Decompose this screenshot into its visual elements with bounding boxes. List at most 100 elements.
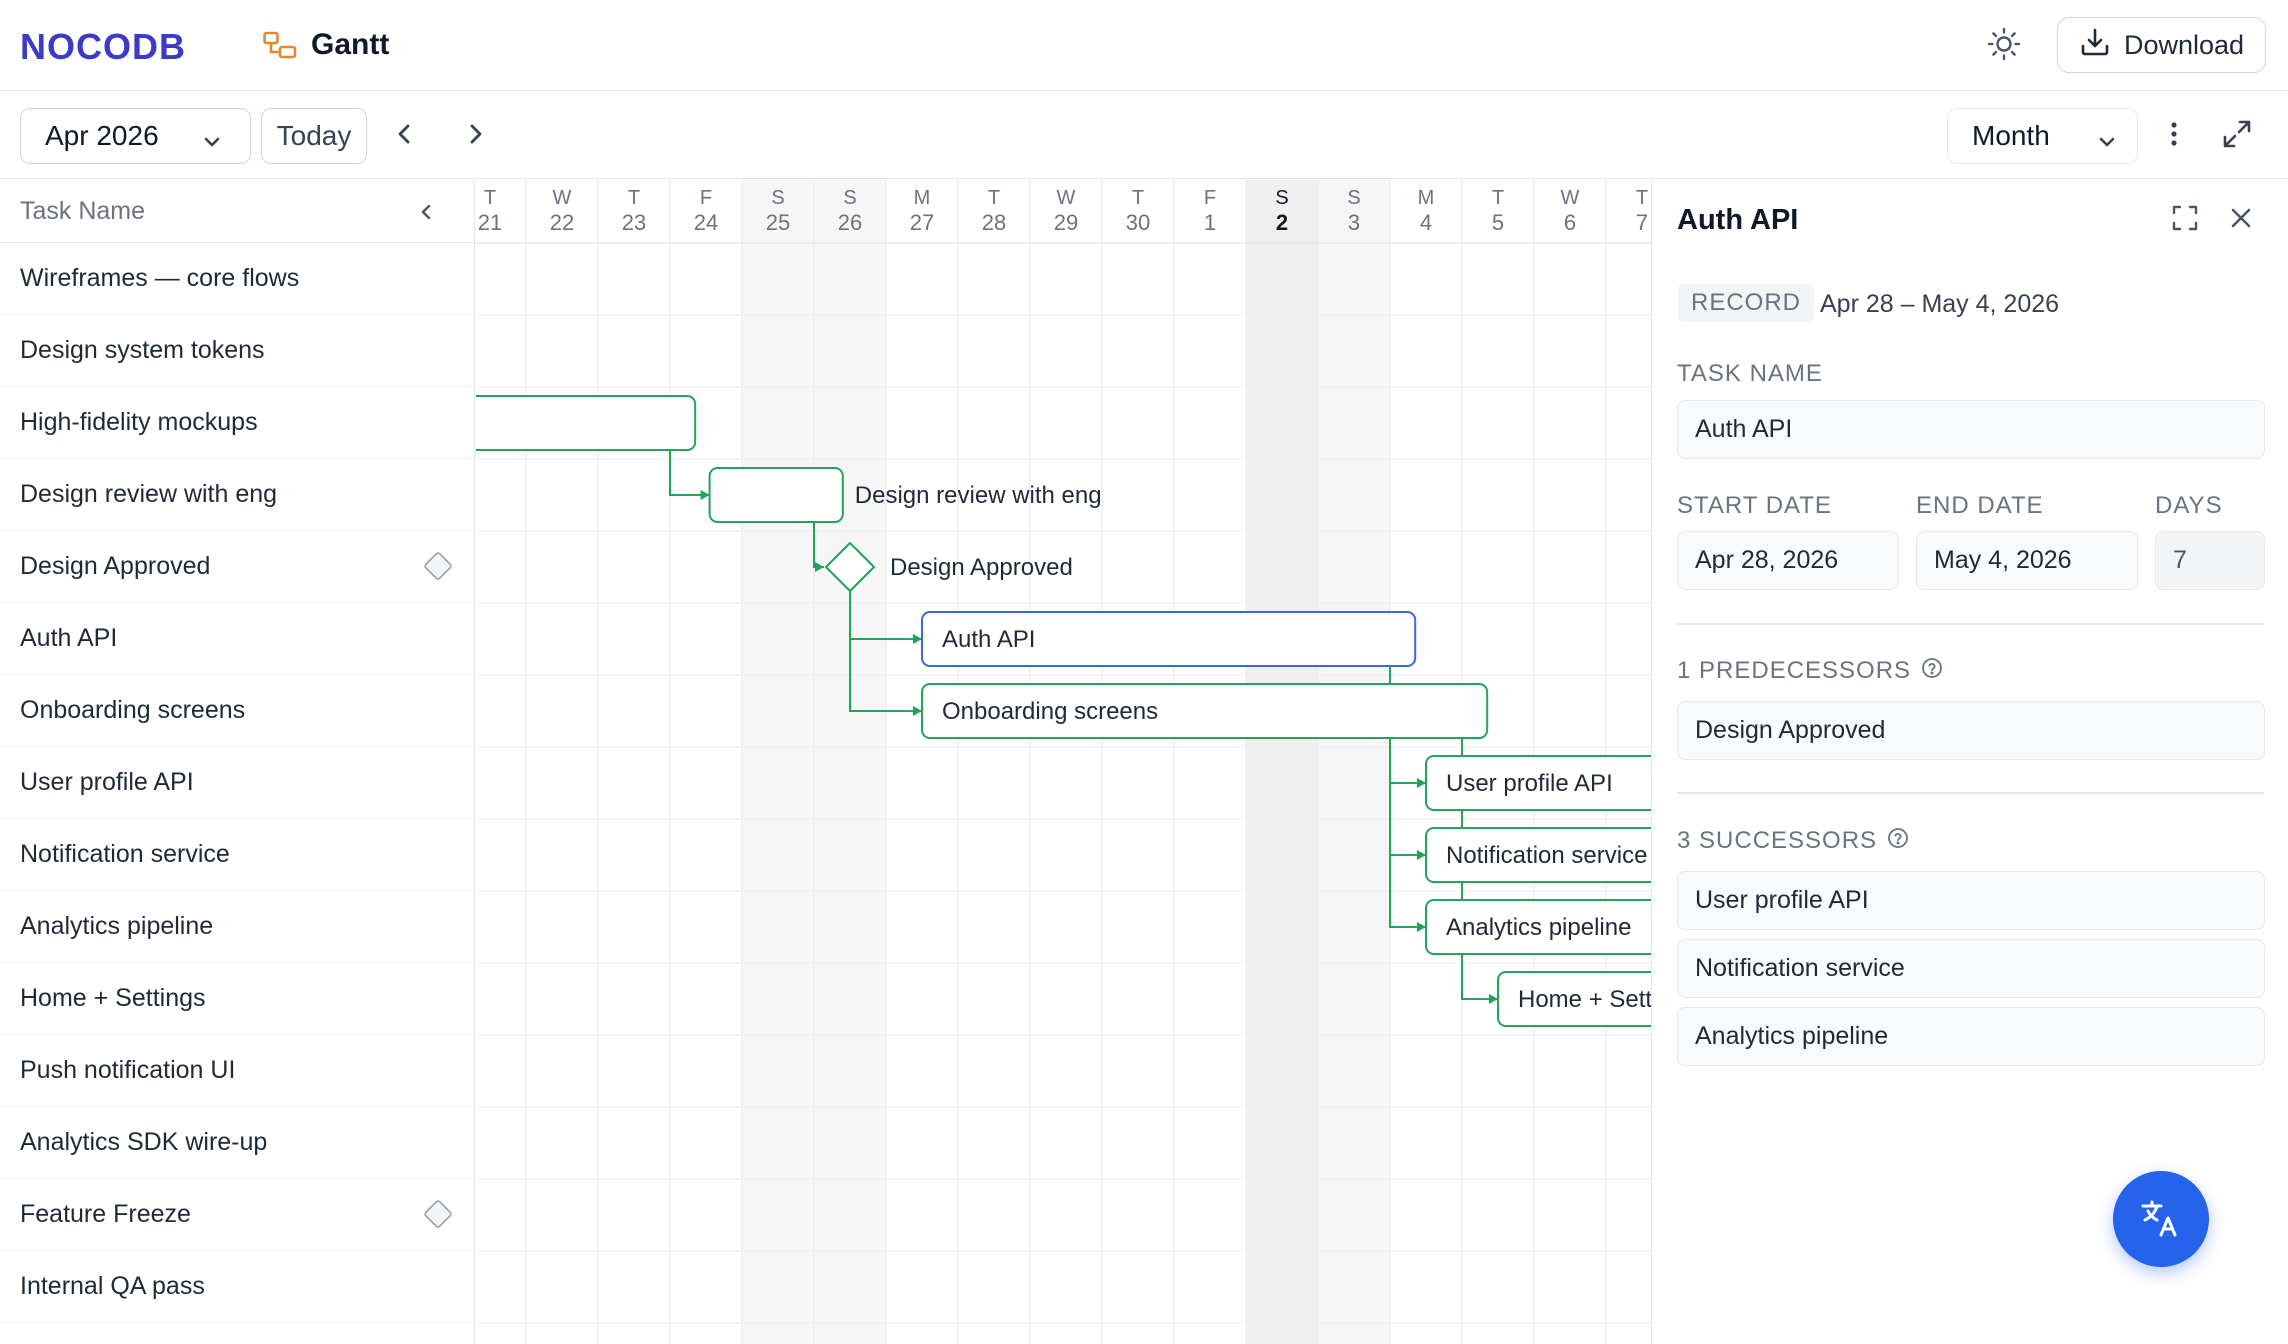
task-row[interactable]: Auth API [0,603,474,675]
successor-item[interactable]: Analytics pipeline [1677,1007,2265,1066]
more-vertical-icon [2170,121,2178,152]
task-name: Home + Settings [20,984,206,1012]
day-number-label: 2 [1276,210,1288,235]
task-row[interactable]: Analytics pipeline [0,891,474,963]
task-row[interactable]: Notification service [0,819,474,891]
day-of-week-label: T [484,187,496,209]
next-period-button[interactable] [455,114,495,158]
record-badge: RECORD [1678,284,1815,322]
chevron-down-icon [2097,127,2117,159]
task-name-field[interactable]: Auth API [1677,400,2265,459]
start-date-field[interactable]: Apr 28, 2026 [1677,531,1899,590]
help-circle-icon [1887,827,1909,856]
gantt-toolbar: Apr 2026 Today Month [0,92,2288,179]
day-of-week-label: M [914,187,931,209]
task-name: Design system tokens [20,336,265,364]
task-row[interactable]: User profile API [0,747,474,819]
collapse-task-list-button[interactable] [414,198,438,226]
task-rows: Wireframes — core flows Design system tok… [0,243,474,1323]
task-bar-label: Analytics pipeline [1446,914,1631,941]
day-of-week-label: T [1492,187,1504,209]
day-of-week-label: T [628,187,640,209]
task-row[interactable]: Push notification UI [0,1035,474,1107]
day-number-label: 23 [622,210,646,235]
task-name: Analytics pipeline [20,912,214,940]
translate-button[interactable] [2113,1171,2209,1267]
task-name: Notification service [20,840,230,868]
more-options-button[interactable] [2156,114,2192,158]
theme-toggle-button[interactable] [1984,26,2024,66]
task-name: Push notification UI [20,1056,236,1084]
day-of-week-label: W [1057,187,1076,209]
task-row[interactable]: Home + Settings [0,963,474,1035]
today-button[interactable]: Today [261,108,367,164]
days-label: DAYS [2155,492,2223,519]
panel-close-button[interactable] [2226,203,2256,238]
day-number-label: 1 [1204,210,1216,235]
end-date-field[interactable]: May 4, 2026 [1916,531,2138,590]
task-bar-label: Notification service [1446,842,1647,869]
day-number-label: 7 [1636,210,1648,235]
day-number-label: 3 [1348,210,1360,235]
task-row[interactable]: Design system tokens [0,315,474,387]
task-name: High-fidelity mockups [20,408,258,436]
successor-item[interactable]: User profile API [1677,871,2265,930]
predecessors-label: 1 PREDECESSORS [1677,657,1912,684]
day-number-label: 21 [478,210,502,235]
maximize-icon [2172,205,2198,231]
day-number-label: 6 [1564,210,1576,235]
task-bar-label: Home + Settings [1518,986,1651,1013]
task-bar-label: Auth API [942,626,1035,653]
task-list-header: Task Name [0,180,474,243]
task-row[interactable]: Design Approved [0,531,474,603]
chevron-left-icon [421,204,431,220]
predecessor-item[interactable]: Design Approved [1677,701,2265,760]
close-icon [2231,208,2251,228]
fullscreen-button[interactable] [2217,114,2257,158]
divider [1677,623,2264,625]
dependency-arrow [1489,994,1498,1004]
milestone-diamond-icon [422,1198,454,1230]
gantt-chart: T21W22T23F24S25S26M27T28W29T30F1S2S3M4T5… [476,180,1651,1344]
download-label: Download [2124,29,2245,60]
task-row[interactable]: Feature Freeze [0,1179,474,1251]
task-row[interactable]: Internal QA pass [0,1251,474,1323]
task-row[interactable]: Analytics SDK wire-up [0,1107,474,1179]
month-select-label: Apr 2026 [45,120,159,151]
dependency-arrow [913,706,922,716]
month-select[interactable]: Apr 2026 [20,108,251,164]
expand-icon [2222,119,2252,154]
time-scale-select[interactable]: Month [1947,108,2138,164]
dependency-line [669,450,710,496]
previous-period-button[interactable] [385,114,425,158]
start-date-label: START DATE [1677,492,1832,519]
record-date-range: Apr 28 – May 4, 2026 [1820,290,2060,318]
task-name: Design review with eng [20,480,278,508]
chevron-left-icon [395,122,415,151]
app-header: NOCODB Gantt Download [0,0,2288,91]
day-of-week-label: W [553,187,572,209]
dependency-arrow [1417,778,1426,788]
day-of-week-label: T [1132,187,1144,209]
milestone-diamond-icon [422,550,454,582]
day-number-label: 22 [550,210,574,235]
day-of-week-label: S [771,187,784,209]
day-of-week-label: F [700,187,712,209]
task-row[interactable]: Onboarding screens [0,675,474,747]
task-row[interactable]: Wireframes — core flows [0,243,474,315]
successor-item[interactable]: Notification service [1677,939,2265,998]
task-row[interactable]: Design review with eng [0,459,474,531]
weekend-column [742,180,814,1344]
chevron-right-icon [465,122,485,151]
weekend-column [1246,180,1318,1344]
task-bar-label: User profile API [1446,770,1613,797]
translate-icon [2141,1200,2177,1237]
day-number-label: 30 [1126,210,1150,235]
task-row[interactable]: High-fidelity mockups [0,387,474,459]
panel-expand-button[interactable] [2170,203,2200,238]
record-detail-panel: Auth API RECORD Apr 28 – May 4, 2026 TAS… [1651,180,2288,1344]
day-of-week-label: T [988,187,1000,209]
download-button[interactable]: Download [2057,17,2266,73]
task-name: Internal QA pass [20,1272,205,1300]
day-of-week-label: W [1561,187,1580,209]
